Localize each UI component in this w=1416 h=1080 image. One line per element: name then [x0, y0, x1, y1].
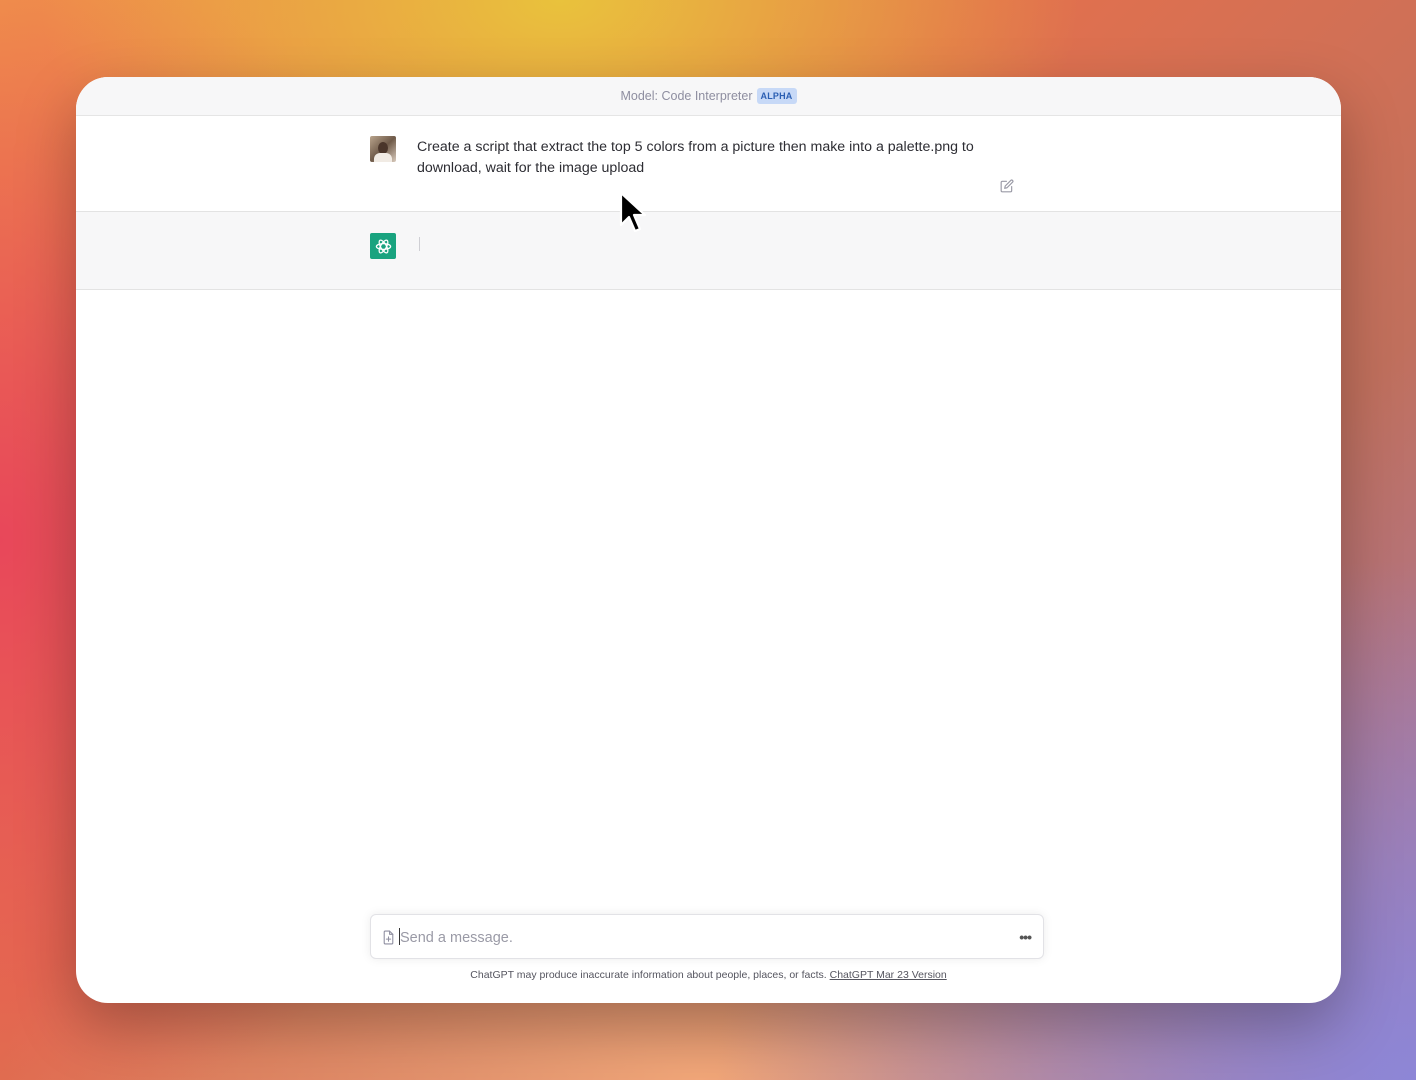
version-link[interactable]: ChatGPT Mar 23 Version: [830, 969, 947, 981]
model-header: Model: Code Interpreter ALPHA: [76, 77, 1341, 116]
user-message-text: Create a script that extract the top 5 c…: [417, 139, 974, 176]
message-input[interactable]: [398, 915, 1002, 960]
edit-icon[interactable]: [1000, 179, 1014, 193]
user-message-row: Create a script that extract the top 5 c…: [76, 116, 1341, 212]
model-label: Model: Code Interpreter: [620, 89, 753, 103]
chat-window: Model: Code Interpreter ALPHA Create a s…: [76, 77, 1341, 1003]
typing-cursor: [419, 237, 420, 251]
assistant-message-row: [76, 212, 1341, 290]
disclaimer-text: ChatGPT may produce inaccurate informati…: [470, 969, 827, 981]
message-composer[interactable]: •••: [370, 914, 1044, 960]
file-plus-icon[interactable]: [382, 930, 395, 945]
user-avatar: [370, 136, 396, 162]
chatgpt-logo-icon: [370, 233, 396, 259]
mouse-pointer-icon: [619, 191, 647, 233]
alpha-badge: ALPHA: [756, 88, 797, 104]
ellipsis-icon[interactable]: •••: [1019, 929, 1032, 945]
disclaimer: ChatGPT may produce inaccurate informati…: [76, 969, 1341, 981]
